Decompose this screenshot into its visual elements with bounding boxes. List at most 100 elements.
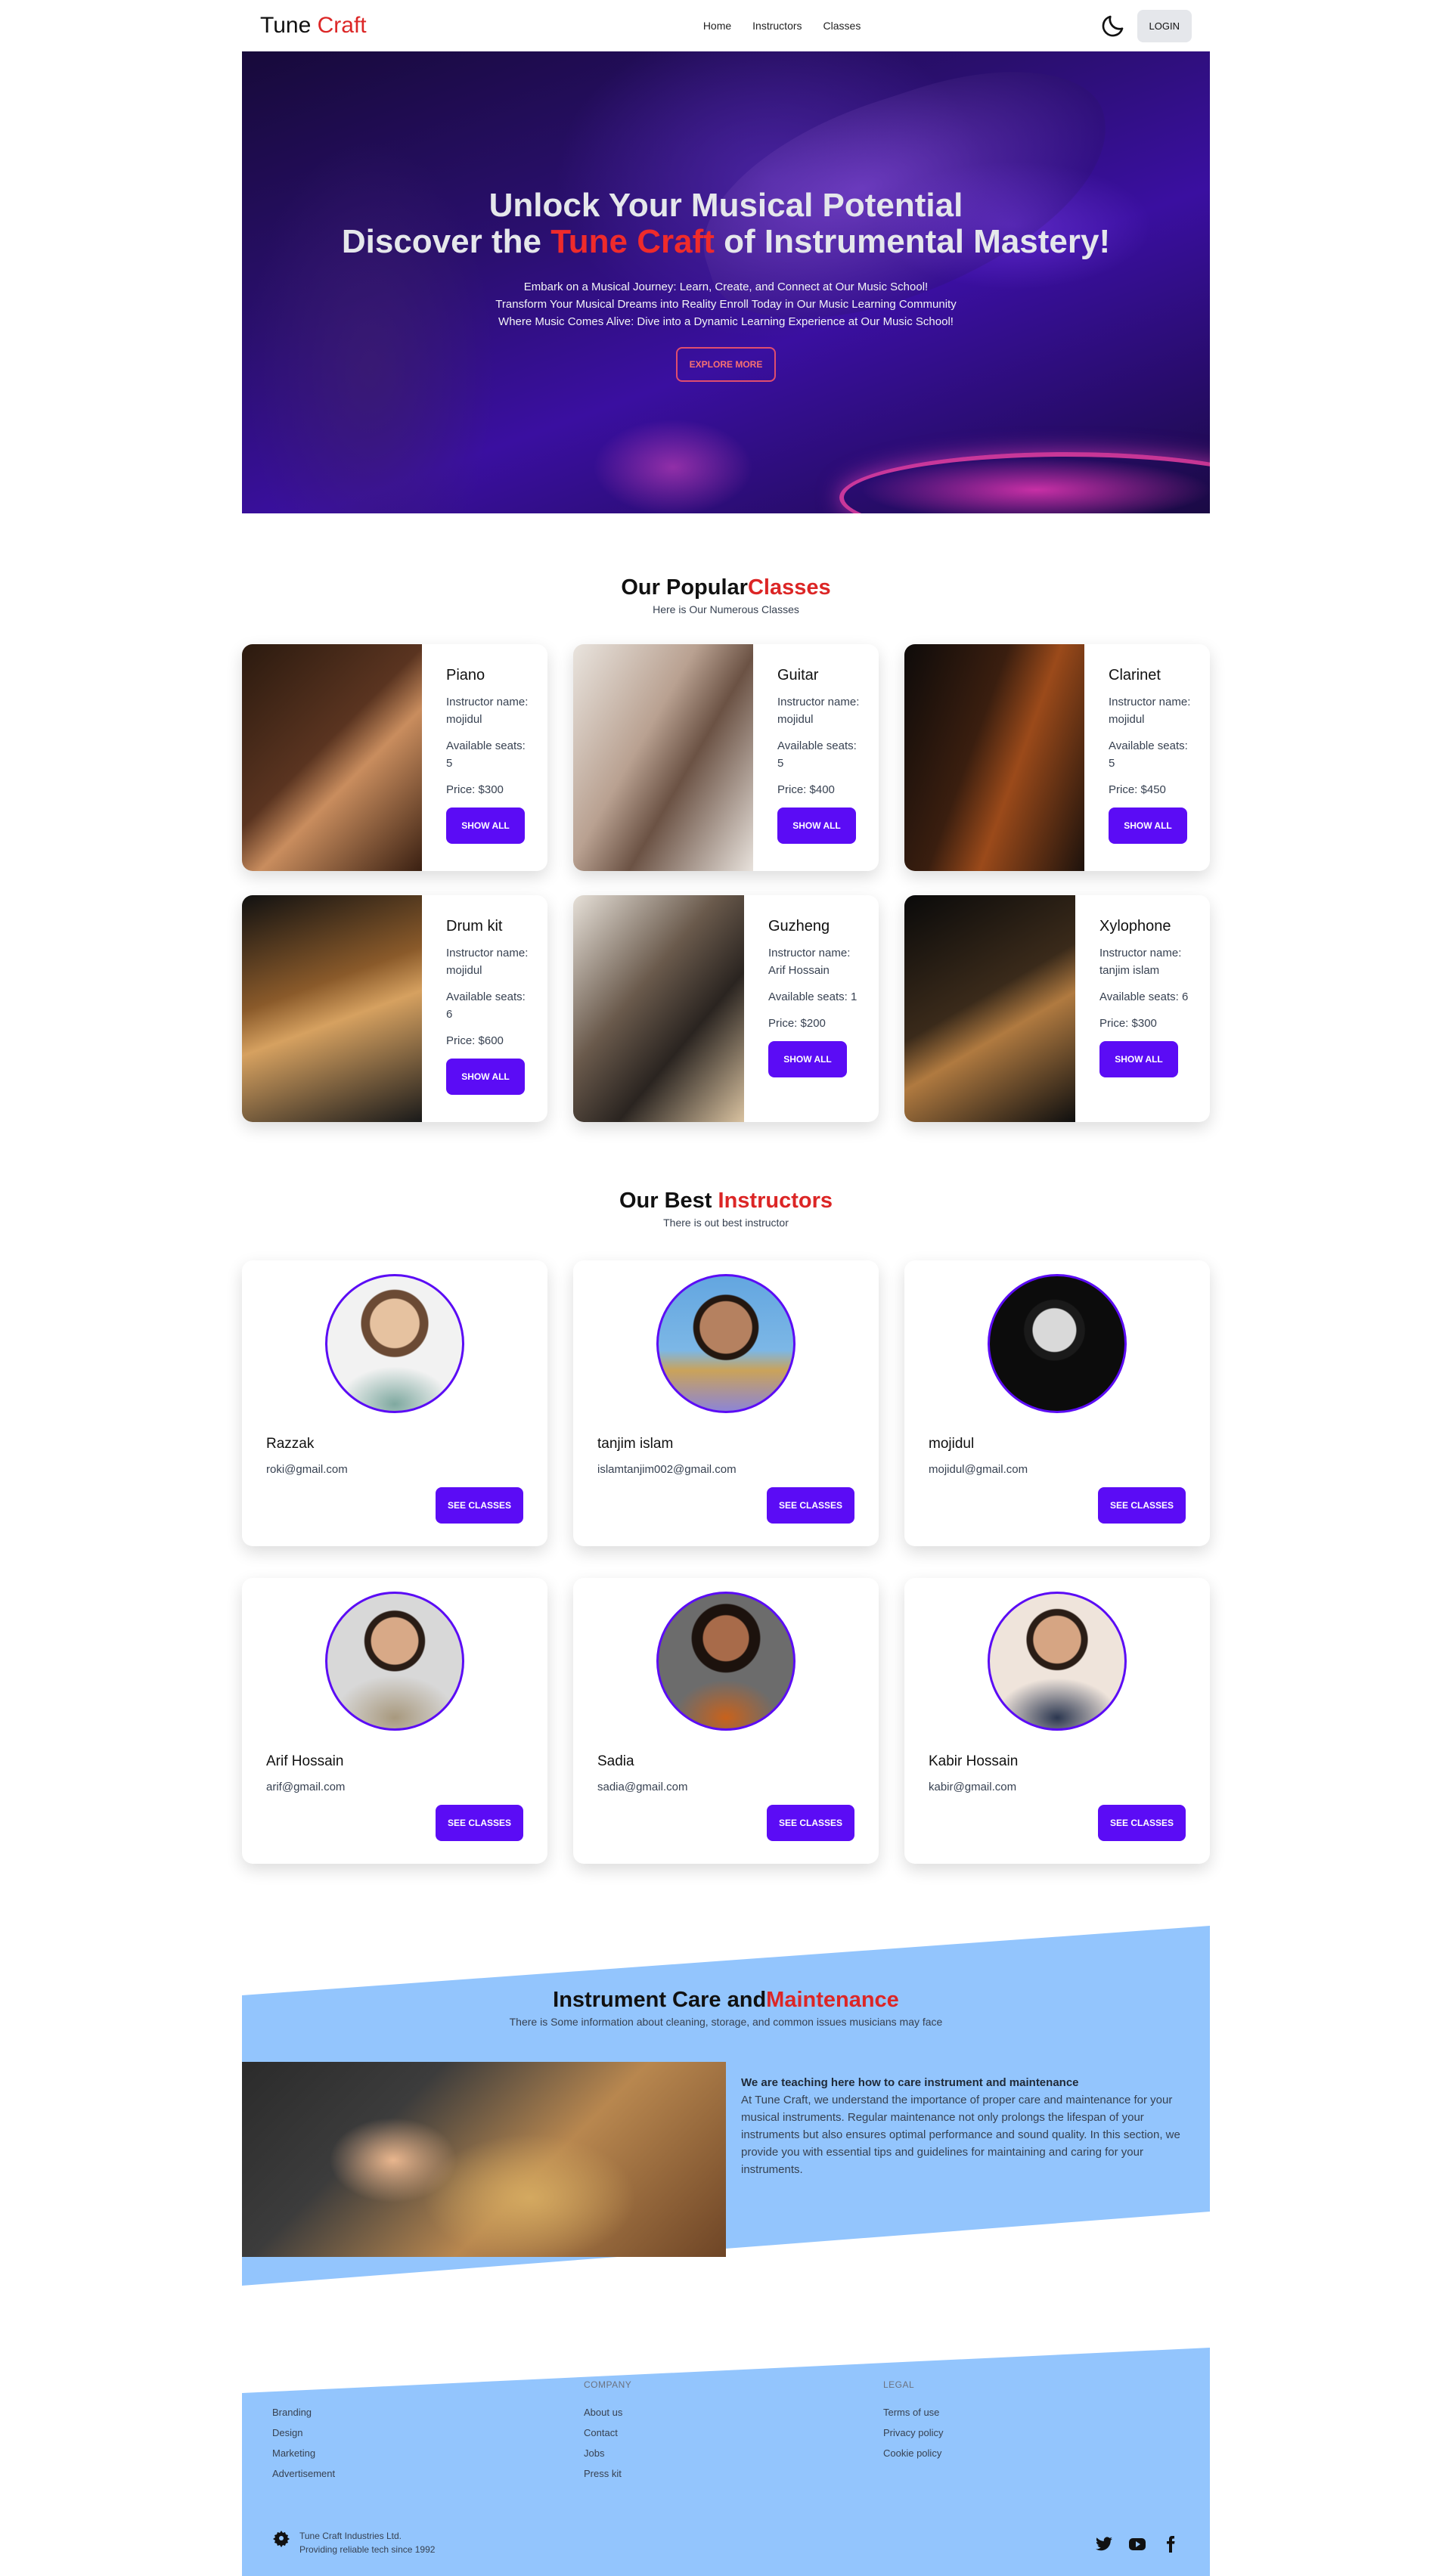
care-lead: We are teaching here how to care instrum… [741, 2076, 1079, 2089]
class-seats: Available seats: 1 [768, 990, 858, 1003]
footer-col-services: Branding Design Marketing Advertisement [272, 2407, 335, 2488]
instructors-subtitle: There is out best instructor [663, 1217, 789, 1229]
class-name: Guzheng [768, 918, 830, 935]
footer-link-privacy[interactable]: Privacy policy [883, 2427, 943, 2438]
navbar: Tune Craft Home Instructors Classes LOGI… [242, 0, 1210, 51]
care-title-accent: Maintenance [766, 1988, 899, 2012]
footer-col-legal: LEGAL Terms of use Privacy policy Cookie… [883, 2379, 943, 2468]
instructor-name: Kabir Hossain [929, 1753, 1019, 1769]
classes-title-accent: Classes [747, 575, 831, 600]
social-links [1095, 2535, 1180, 2553]
class-card-body: Guitar Instructor name: mojidul Availabl… [753, 644, 879, 871]
footer-link-marketing[interactable]: Marketing [272, 2447, 335, 2459]
classes-subtitle: Here is Our Numerous Classes [653, 603, 799, 615]
see-classes-button[interactable]: SEE CLASSES [767, 1487, 854, 1524]
see-classes-button[interactable]: SEE CLASSES [1098, 1805, 1186, 1841]
instructor-name: mojidul [929, 1436, 975, 1452]
see-classes-button[interactable]: SEE CLASSES [1098, 1487, 1186, 1524]
class-grid: Piano Instructor name: mojidul Available… [242, 644, 1210, 1122]
twitter-icon[interactable] [1095, 2535, 1113, 2553]
instructor-card: tanjim islam islamtanjim002@gmail.com SE… [573, 1260, 879, 1546]
hero-sub-line2: Transform Your Musical Dreams into Reali… [495, 298, 957, 311]
classes-header: Our PopularClasses Here is Our Numerous … [242, 575, 1210, 615]
nav-links: Home Instructors Classes [703, 20, 861, 32]
instructor-email: islamtanjim002@gmail.com [597, 1463, 737, 1476]
class-name: Drum kit [446, 918, 503, 935]
show-all-button[interactable]: SHOW ALL [777, 808, 856, 844]
nav-right: LOGIN [1099, 9, 1192, 42]
hero-background-light [839, 452, 1210, 513]
class-instructor: Instructor name: mojidul [1109, 696, 1191, 726]
footer-link-jobs[interactable]: Jobs [584, 2447, 631, 2459]
avatar [325, 1592, 464, 1731]
instructors-title-accent: Instructors [718, 1189, 833, 1213]
instructor-email: roki@gmail.com [266, 1463, 348, 1476]
class-card-body: Clarinet Instructor name: mojidul Availa… [1084, 644, 1210, 871]
avatar [325, 1274, 464, 1413]
instructors-title-pre: Our Best [619, 1189, 718, 1213]
facebook-icon[interactable] [1161, 2535, 1180, 2553]
class-name: Xylophone [1099, 918, 1171, 935]
show-all-button[interactable]: SHOW ALL [1099, 1041, 1178, 1077]
class-card: Drum kit Instructor name: mojidul Availa… [242, 895, 547, 1122]
class-card: Piano Instructor name: mojidul Available… [242, 644, 547, 871]
instructor-name: Sadia [597, 1753, 634, 1769]
footer-col-company: COMPANY About us Contact Jobs Press kit [584, 2379, 631, 2488]
instructor-name: tanjim islam [597, 1436, 674, 1452]
footer-heading-company: COMPANY [584, 2379, 632, 2390]
avatar [656, 1592, 795, 1731]
footer: Branding Design Marketing Advertisement … [242, 2348, 1210, 2576]
class-price: Price: $400 [777, 783, 835, 796]
care-title-pre: Instrument Care and [553, 1988, 767, 2012]
class-image-drum-kit [242, 895, 422, 1122]
logo-main: Tune [260, 13, 318, 38]
footer-link-terms[interactable]: Terms of use [883, 2407, 943, 2418]
instrument-care-section: Instrument Care andMaintenance There is … [242, 1926, 1210, 2286]
hero-title: Unlock Your Musical Potential Discover t… [242, 188, 1210, 260]
class-card-body: Xylophone Instructor name: tanjim islam … [1075, 895, 1210, 1122]
youtube-icon[interactable] [1128, 2535, 1146, 2553]
class-image-clarinet [904, 644, 1084, 871]
class-card: Guitar Instructor name: mojidul Availabl… [573, 644, 879, 871]
nav-link-home[interactable]: Home [703, 20, 731, 32]
nav-link-classes[interactable]: Classes [823, 20, 861, 32]
instructor-name: Razzak [266, 1436, 315, 1452]
footer-link-about[interactable]: About us [584, 2407, 631, 2418]
site-logo[interactable]: Tune Craft [260, 13, 367, 39]
explore-more-button[interactable]: EXPLORE MORE [675, 347, 777, 382]
show-all-button[interactable]: SHOW ALL [768, 1041, 847, 1077]
hero-title-line2-pre: Discover the [341, 223, 551, 260]
class-card: Guzheng Instructor name: Arif Hossain Av… [573, 895, 879, 1122]
footer-link-advertisement[interactable]: Advertisement [272, 2468, 335, 2479]
footer-link-design[interactable]: Design [272, 2427, 335, 2438]
class-name: Clarinet [1109, 667, 1161, 684]
class-seats: Available seats: 6 [446, 990, 526, 1021]
logo-accent: Craft [317, 13, 367, 38]
instructor-email: arif@gmail.com [266, 1781, 346, 1793]
footer-link-cookie[interactable]: Cookie policy [883, 2447, 943, 2459]
footer-link-contact[interactable]: Contact [584, 2427, 631, 2438]
footer-heading-legal: LEGAL [883, 2379, 915, 2390]
moon-icon[interactable] [1099, 12, 1127, 39]
care-header: Instrument Care andMaintenance There is … [242, 1988, 1210, 2028]
care-body: At Tune Craft, we understand the importa… [741, 2094, 1180, 2176]
class-instructor: Instructor name: Arif Hossain [768, 947, 851, 977]
hero-title-line2-post: of Instrumental Mastery! [714, 223, 1111, 260]
instructor-email: mojidul@gmail.com [929, 1463, 1028, 1476]
instructor-card: Kabir Hossain kabir@gmail.com SEE CLASSE… [904, 1578, 1210, 1864]
show-all-button[interactable]: SHOW ALL [446, 808, 525, 844]
footer-link-press-kit[interactable]: Press kit [584, 2468, 631, 2479]
footer-link-branding[interactable]: Branding [272, 2407, 335, 2418]
hero-subtitle: Embark on a Musical Journey: Learn, Crea… [242, 278, 1210, 330]
classes-title-pre: Our Popular [621, 575, 748, 600]
login-button[interactable]: LOGIN [1137, 9, 1192, 42]
instructor-card: mojidul mojidul@gmail.com SEE CLASSES [904, 1260, 1210, 1546]
show-all-button[interactable]: SHOW ALL [1109, 808, 1187, 844]
show-all-button[interactable]: SHOW ALL [446, 1059, 525, 1095]
class-card-body: Guzheng Instructor name: Arif Hossain Av… [744, 895, 879, 1122]
see-classes-button[interactable]: SEE CLASSES [436, 1805, 523, 1841]
see-classes-button[interactable]: SEE CLASSES [767, 1805, 854, 1841]
nav-link-instructors[interactable]: Instructors [752, 20, 802, 32]
see-classes-button[interactable]: SEE CLASSES [436, 1487, 523, 1524]
care-title: Instrument Care andMaintenance [242, 1988, 1210, 2013]
